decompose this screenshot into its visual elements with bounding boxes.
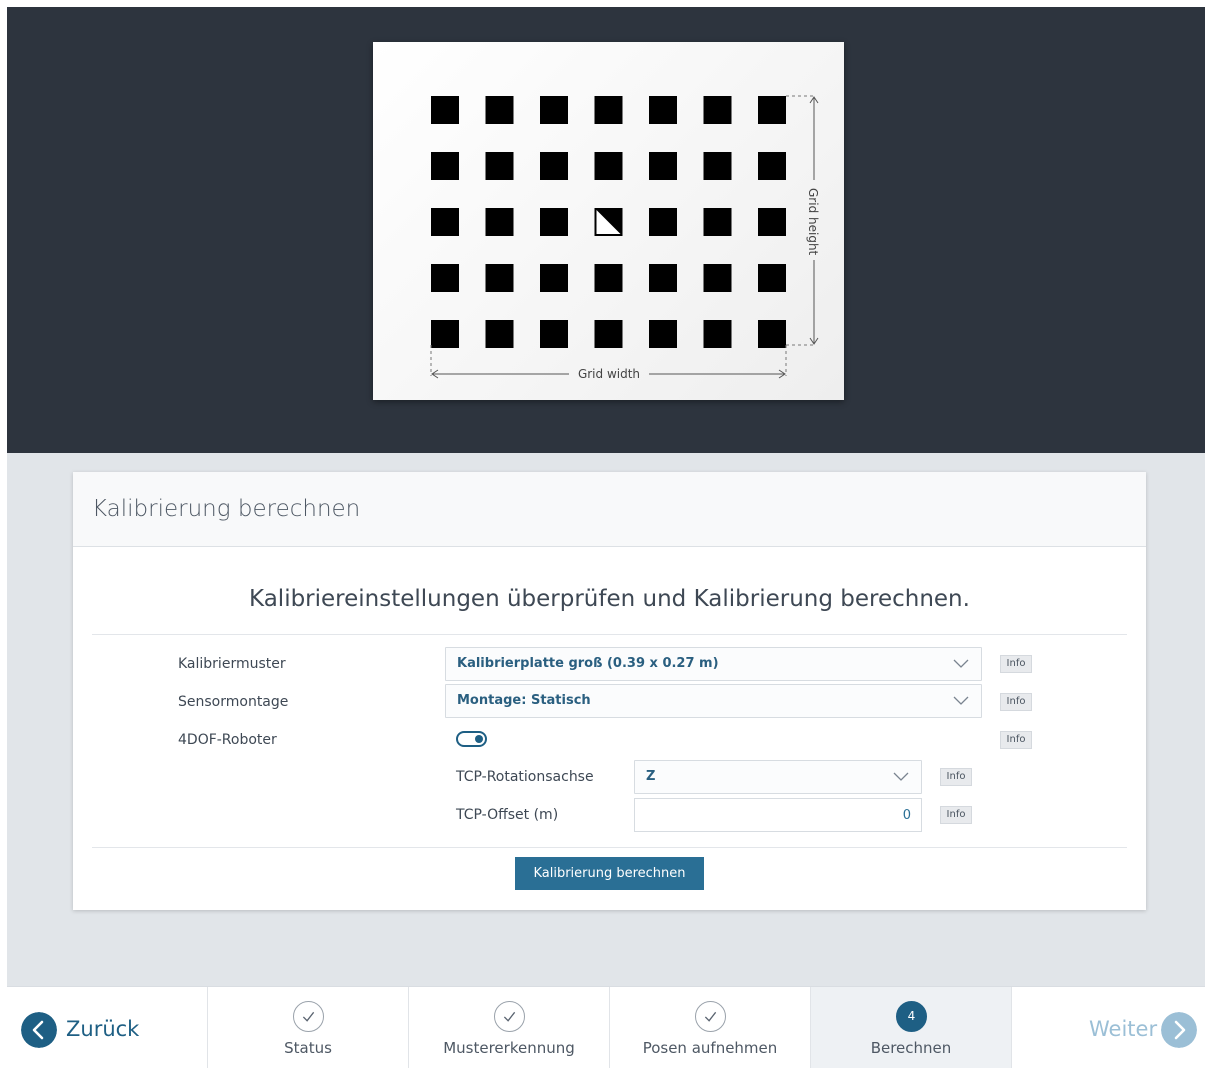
card-subtitle: Kalibriereinstellungen überprüfen und Ka… (249, 586, 970, 612)
grid-square (485, 264, 514, 292)
step-label: Posen aufnehmen (642, 1039, 778, 1057)
calibration-card: Kalibrierung berechnen Kalibriereinstell… (73, 472, 1146, 910)
tcp-axis-info-button[interactable]: Info (940, 768, 972, 786)
grid-square (540, 152, 568, 180)
robot4dof-info-button[interactable]: Info (1000, 731, 1032, 749)
step-compute[interactable]: 4 Berechnen (810, 987, 1011, 1068)
check-icon (494, 1001, 525, 1032)
back-button[interactable]: Zurück (7, 987, 207, 1068)
pattern-select[interactable]: Kalibrierplatte groß (0.39 x 0.27 m) (445, 647, 982, 681)
chevron-right-icon (1161, 1012, 1197, 1048)
grid-square (703, 152, 732, 180)
step-pattern-detection[interactable]: Mustererkennung (408, 987, 609, 1068)
check-icon (695, 1001, 726, 1032)
grid-square (431, 152, 459, 180)
grid-square (649, 152, 677, 180)
grid-square (758, 208, 786, 236)
grid-square (758, 96, 786, 124)
grid-height-label: Grid height (806, 188, 820, 256)
grid-square (703, 264, 732, 292)
grid-square (431, 208, 459, 236)
wizard-nav: Zurück Status Mustererkennung Posen aufn… (7, 986, 1205, 1068)
grid-square (485, 320, 514, 348)
step-status[interactable]: Status (207, 987, 408, 1068)
tcp-offset-info-button[interactable]: Info (940, 806, 972, 824)
grid-square (540, 208, 568, 236)
grid-square (703, 320, 732, 348)
grid-square (485, 152, 514, 180)
tcp-offset-input[interactable]: 0 (634, 798, 922, 832)
pattern-label: Kalibriermuster (178, 656, 286, 672)
grid-square (758, 320, 786, 348)
grid-square (594, 264, 623, 292)
mount-select-value: Montage: Statisch (457, 693, 591, 708)
grid-square (649, 96, 677, 124)
tcp-axis-label: TCP-Rotationsachse (456, 769, 594, 785)
grid-square (703, 96, 732, 124)
grid-width-label: Grid width (578, 367, 640, 381)
card-header: Kalibrierung berechnen (73, 472, 1146, 547)
grid-square (594, 320, 623, 348)
pattern-info-button[interactable]: Info (1000, 655, 1032, 673)
grid-square (485, 96, 514, 124)
robot4dof-label: 4DOF-Roboter (178, 732, 277, 748)
toggle-knob (475, 735, 483, 743)
step-label: Berechnen (870, 1039, 952, 1057)
tcp-axis-select[interactable]: Z (634, 760, 922, 794)
tcp-offset-value: 0 (902, 808, 911, 823)
tcp-axis-select-value: Z (646, 769, 656, 784)
next-label: Weiter (1089, 1017, 1158, 1041)
step-label: Status (284, 1039, 332, 1057)
chevron-left-icon (21, 1012, 57, 1048)
chevron-down-icon (953, 696, 969, 705)
grid-square (649, 320, 677, 348)
mount-info-button[interactable]: Info (1000, 693, 1032, 711)
grid-square (540, 264, 568, 292)
next-button[interactable]: Weiter (1011, 987, 1205, 1068)
step-record-poses[interactable]: Posen aufnehmen (609, 987, 810, 1068)
chevron-down-icon (953, 659, 969, 668)
grid-square (431, 320, 459, 348)
calibration-grid-graphic: Grid height Grid width (430, 95, 820, 381)
grid-square (431, 264, 459, 292)
pattern-select-value: Kalibrierplatte groß (0.39 x 0.27 m) (457, 656, 719, 671)
grid-square (703, 208, 732, 236)
step-label: Mustererkennung (443, 1039, 575, 1057)
mount-select[interactable]: Montage: Statisch (445, 684, 982, 718)
grid-square (594, 96, 623, 124)
robot4dof-toggle[interactable] (456, 731, 487, 747)
calibration-preview: Grid height Grid width (7, 7, 1205, 453)
grid-square (540, 320, 568, 348)
back-label: Zurück (66, 1017, 140, 1041)
divider (92, 847, 1127, 848)
chevron-down-icon (893, 772, 909, 781)
grid-square (485, 208, 514, 236)
step-number-badge: 4 (896, 1001, 927, 1032)
grid-square (649, 264, 677, 292)
check-icon (293, 1001, 324, 1032)
tcp-offset-label: TCP-Offset (m) (456, 807, 559, 823)
grid-square (758, 152, 786, 180)
grid-square (594, 152, 623, 180)
divider (92, 634, 1127, 635)
calibration-page: Grid height Grid width Kalibrierung bere… (7, 7, 1205, 1068)
grid-square (758, 264, 786, 292)
card-title: Kalibrierung berechnen (92, 496, 361, 522)
compute-calibration-button[interactable]: Kalibrierung berechnen (515, 857, 704, 890)
grid-square (431, 96, 459, 124)
calibration-plate: Grid height Grid width (373, 42, 844, 400)
grid-square (649, 208, 677, 236)
grid-marker (594, 208, 623, 236)
mount-label: Sensormontage (178, 694, 289, 710)
grid-square (540, 96, 568, 124)
